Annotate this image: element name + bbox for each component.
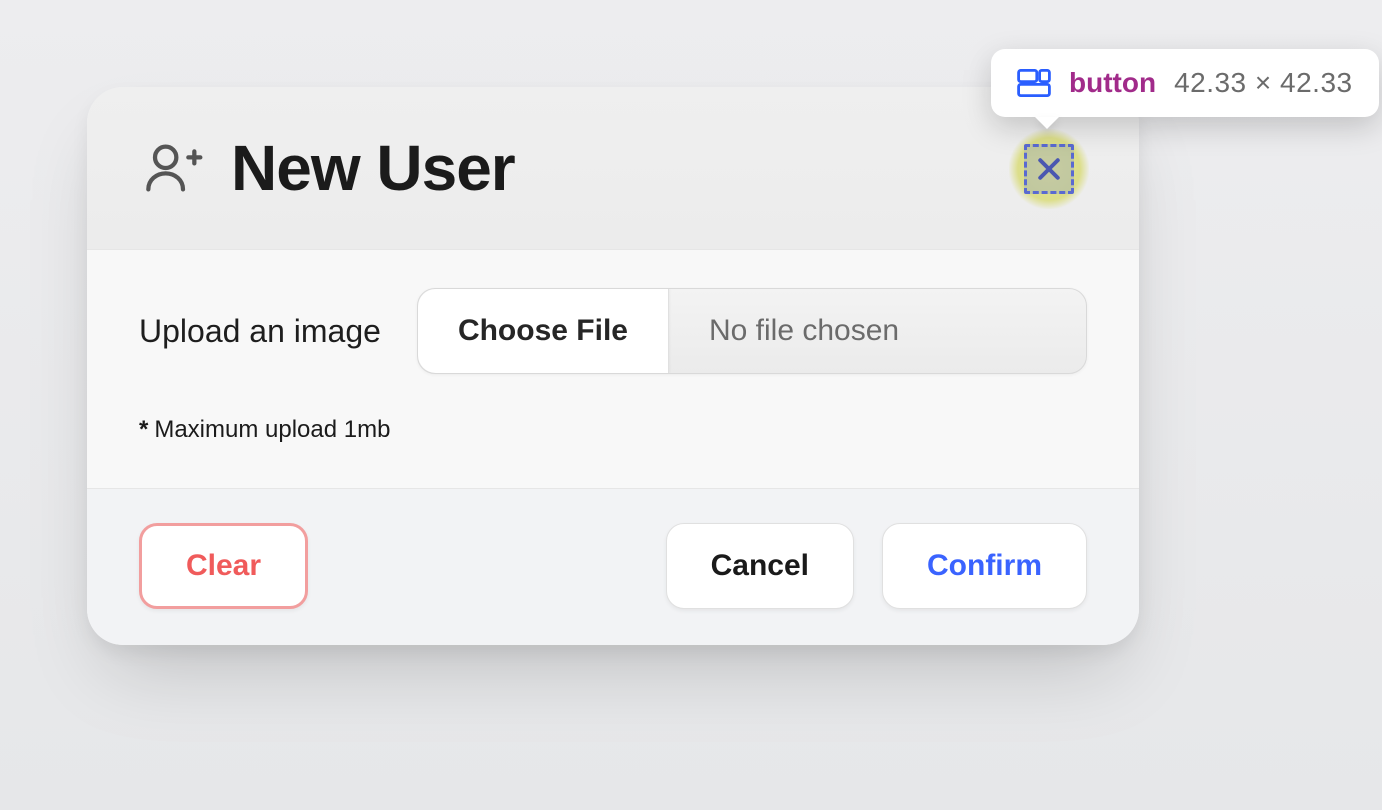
cancel-button[interactable]: Cancel: [666, 523, 854, 609]
hint-text: Maximum upload 1mb: [154, 416, 390, 443]
dialog-header: New User: [87, 87, 1139, 249]
upload-label: Upload an image: [139, 313, 381, 350]
inspector-tagname: button: [1069, 67, 1156, 99]
dialog-body: Upload an image Choose File No file chos…: [87, 249, 1139, 489]
upload-row: Upload an image Choose File No file chos…: [139, 288, 1087, 374]
inspector-dimensions: 42.33 × 42.33: [1174, 67, 1353, 99]
close-icon: [1024, 144, 1074, 194]
dialog-title: New User: [231, 131, 515, 205]
confirm-button[interactable]: Confirm: [882, 523, 1087, 609]
close-button[interactable]: [1009, 129, 1089, 209]
new-user-dialog: New User Upload an image Choose File No …: [87, 87, 1139, 645]
user-plus-icon: [139, 136, 203, 200]
devtools-inspector-tooltip: button 42.33 × 42.33: [991, 49, 1379, 117]
file-input[interactable]: Choose File No file chosen: [417, 288, 1087, 374]
hint-asterisk: *: [139, 416, 148, 443]
dialog-footer: Clear Cancel Confirm: [87, 489, 1139, 645]
clear-button[interactable]: Clear: [139, 523, 308, 609]
choose-file-button[interactable]: Choose File: [418, 289, 669, 373]
upload-hint: *Maximum upload 1mb: [139, 416, 1087, 444]
grid-icon: [1017, 69, 1051, 97]
file-placeholder: No file chosen: [669, 289, 1086, 373]
